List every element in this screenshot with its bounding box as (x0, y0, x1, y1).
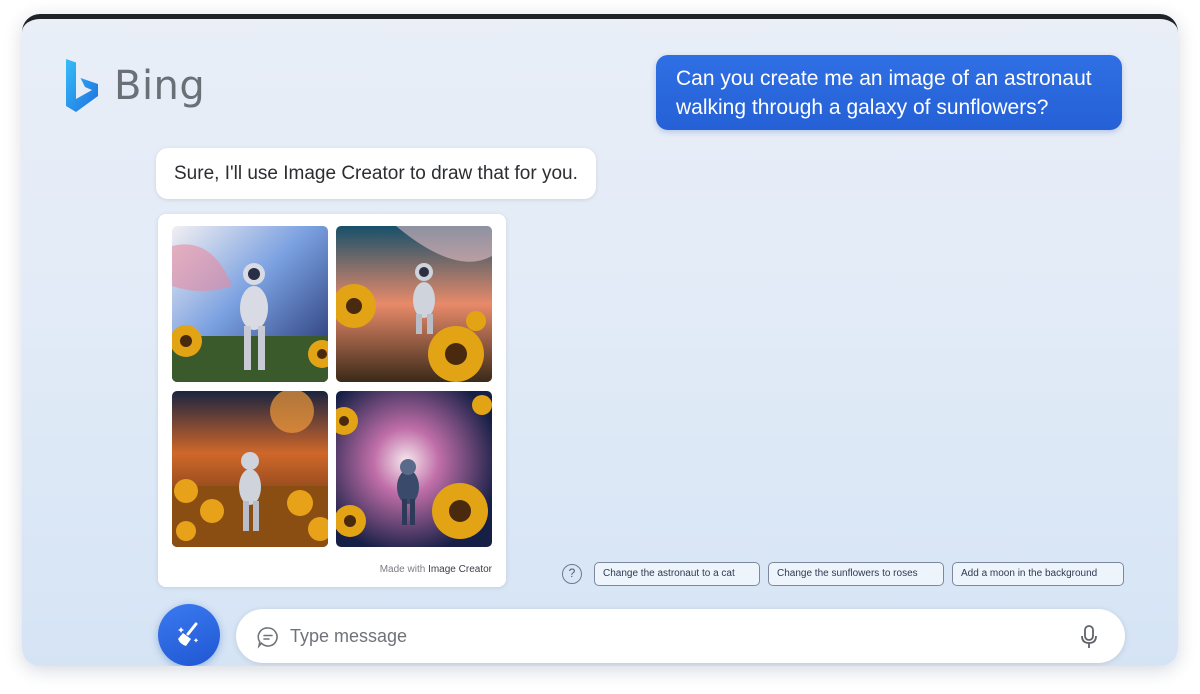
suggestion-chip-roses[interactable]: Change the sunflowers to roses (768, 562, 944, 586)
astronaut-sunflowers-image (336, 226, 492, 382)
generated-image-4[interactable] (336, 391, 492, 547)
made-with-caption: Made with Image Creator (380, 564, 492, 575)
bing-logo-icon (66, 59, 98, 112)
message-input-placeholder[interactable]: Type message (290, 609, 407, 663)
image-creator-link[interactable]: Image Creator (428, 564, 492, 575)
logo-text: Bing (114, 63, 206, 109)
made-with-prefix: Made with (379, 564, 426, 575)
suggestion-chip-moon[interactable]: Add a moon in the background (952, 562, 1124, 586)
broom-icon (178, 622, 199, 646)
bing-logo: Bing (62, 57, 205, 115)
chat-bubble-icon (257, 627, 278, 649)
generated-image-3[interactable] (172, 391, 328, 547)
astronaut-sunflowers-image (172, 226, 328, 382)
help-icon[interactable]: ? (562, 564, 582, 584)
astronaut-sunflowers-image (336, 391, 492, 547)
chat-window: Bing Can you create me an image of an as… (22, 14, 1178, 666)
astronaut-sunflowers-image (172, 391, 328, 547)
suggestion-chip-cat[interactable]: Change the astronaut to a cat (594, 562, 760, 586)
generated-image-1[interactable] (172, 226, 328, 382)
message-composer[interactable]: Type message (236, 609, 1125, 663)
bot-message: Sure, I'll use Image Creator to draw tha… (156, 148, 596, 199)
user-message: Can you create me an image of an astrona… (656, 55, 1122, 130)
new-topic-button[interactable] (158, 604, 220, 666)
microphone-icon[interactable] (1079, 624, 1099, 650)
image-result-card: Made with Image Creator (158, 214, 506, 587)
generated-image-2[interactable] (336, 226, 492, 382)
